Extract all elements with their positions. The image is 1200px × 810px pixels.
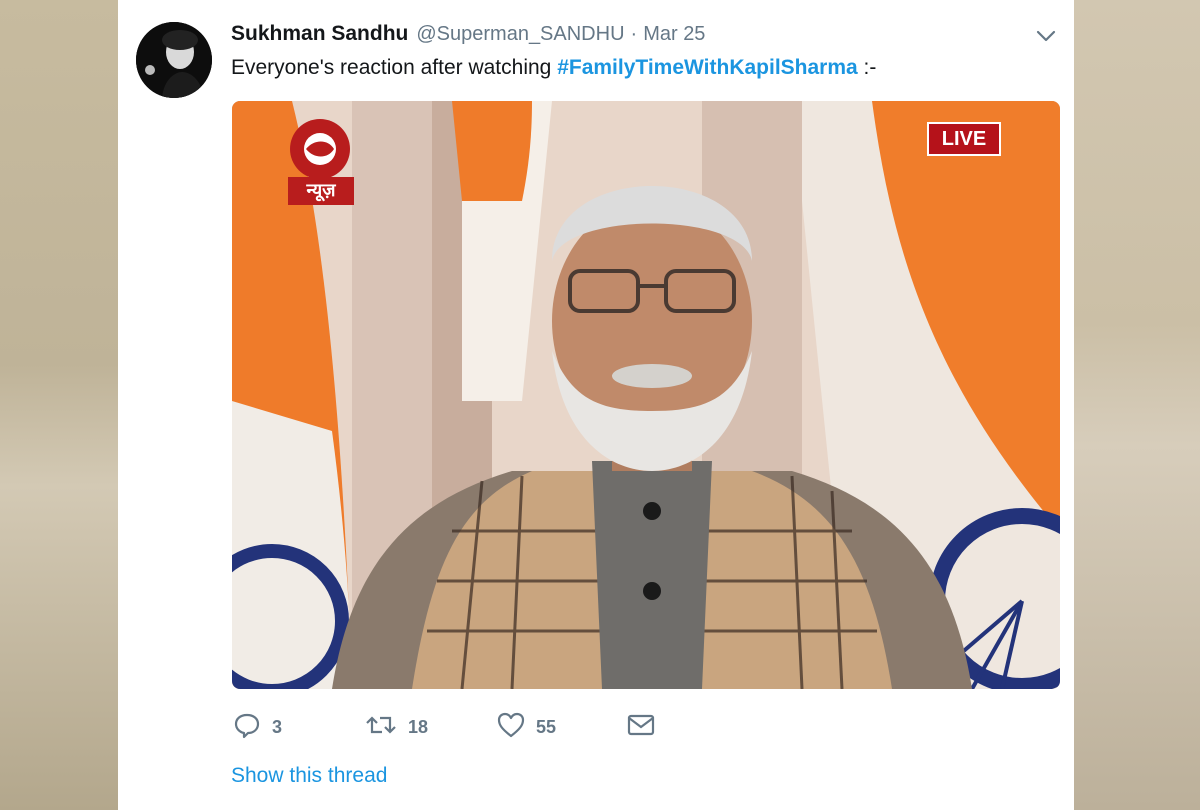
reply-count: 3: [272, 716, 283, 737]
envelope-icon: [626, 710, 656, 745]
show-thread-link[interactable]: Show this thread: [231, 764, 387, 788]
retweet-count: 18: [408, 716, 429, 737]
direct-message-button[interactable]: [626, 710, 656, 744]
background-right: [1074, 0, 1200, 810]
channel-logo-text: न्यूज़: [306, 180, 336, 201]
tweet-header: Sukhman Sandhu @Superman_SANDHU · Mar 25: [231, 22, 705, 48]
background-left: [0, 0, 118, 810]
tweet-actions: 3 18 55: [232, 710, 692, 744]
hashtag-link[interactable]: #FamilyTimeWithKapilSharma: [557, 56, 858, 79]
tweet-text-before: Everyone's reaction after watching: [231, 56, 558, 79]
like-count: 55: [536, 716, 557, 737]
tweet-text-after: :-: [857, 56, 877, 79]
author-name[interactable]: Sukhman Sandhu: [231, 22, 408, 46]
tweet-date[interactable]: Mar 25: [643, 23, 705, 46]
header-separator: ·: [630, 23, 638, 45]
media-image: [232, 101, 1060, 689]
retweet-button[interactable]: 18: [364, 710, 428, 744]
live-badge: LIVE: [941, 128, 987, 150]
like-button[interactable]: 55: [496, 710, 556, 744]
avatar[interactable]: [136, 22, 212, 98]
author-handle[interactable]: @Superman_SANDHU: [416, 23, 624, 46]
chevron-down-icon[interactable]: [1034, 26, 1058, 46]
reply-button[interactable]: 3: [232, 710, 282, 744]
tweet-media[interactable]: न्यूज़ LIVE: [232, 101, 1060, 689]
avatar-image: [136, 22, 212, 98]
heart-icon: [496, 710, 526, 745]
tweet-text: Everyone's reaction after watching #Fami…: [231, 56, 876, 80]
retweet-icon: [364, 710, 398, 745]
reply-icon: [232, 710, 262, 745]
